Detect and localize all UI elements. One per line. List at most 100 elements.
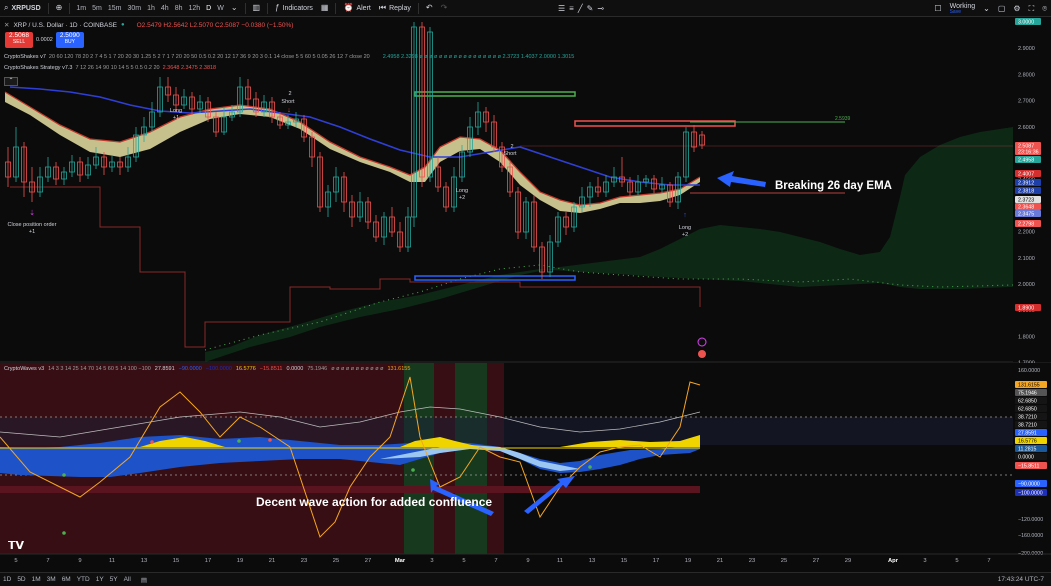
- replay-button[interactable]: ⏮ Replay: [375, 0, 415, 17]
- price-badge-label: 2.2798: [1018, 222, 1034, 228]
- time-axis-label: Mar: [395, 558, 406, 564]
- price-badge-label: 2.3912: [1018, 181, 1034, 187]
- sell-button[interactable]: 2.5068 SELL: [5, 32, 33, 48]
- range-all[interactable]: All: [121, 576, 134, 583]
- divider: [244, 2, 246, 14]
- timeframe-30m[interactable]: 30m: [124, 5, 144, 12]
- divider: [267, 2, 269, 14]
- chart-legend: ✕ XRP / U.S. Dollar · 1D · COINBASE ● O2…: [4, 21, 293, 30]
- templates-icon[interactable]: ▦: [317, 0, 333, 17]
- bar-chart-icon[interactable]: ▥: [249, 0, 265, 17]
- osc-badge-label: 131.6155: [1018, 383, 1040, 389]
- clock-label[interactable]: 17:43:24 UTC-7: [995, 576, 1047, 583]
- up-arrow-icon: ↑: [174, 98, 178, 105]
- fullscreen-icon[interactable]: ⛶: [1025, 0, 1039, 17]
- indicator-legend-2[interactable]: CryptoShakes Strategy v7.3 7 12 26 14 90…: [4, 65, 216, 71]
- osc-value: −100.0000: [205, 366, 232, 372]
- horizontal-line-icon[interactable]: ⊸: [597, 4, 604, 13]
- timeframe-12h[interactable]: 12h: [185, 5, 203, 12]
- timeframe-d[interactable]: D: [203, 5, 214, 12]
- timeframe-15m[interactable]: 15m: [105, 5, 125, 12]
- alert-button[interactable]: ⏰ Alert: [339, 0, 374, 17]
- timeframe-w[interactable]: W: [214, 5, 227, 12]
- camera-icon[interactable]: ⌾: [1038, 0, 1051, 17]
- osc-badge-label: 62.6850: [1018, 407, 1037, 413]
- signal-count: 2: [288, 91, 291, 97]
- up-arrow-icon: ↑: [460, 170, 464, 177]
- range-5y[interactable]: 5Y: [107, 576, 121, 583]
- signal-dot: [237, 439, 241, 443]
- trendline-icon[interactable]: ╱: [578, 4, 583, 13]
- price-badge-label: 1.8900: [1018, 306, 1034, 312]
- range-5d[interactable]: 5D: [14, 576, 28, 583]
- time-axis-label: 17: [205, 558, 211, 564]
- spread-value: 0.0002: [36, 37, 53, 43]
- time-axis-label: 9: [78, 558, 81, 564]
- undo-icon[interactable]: ↶: [422, 0, 437, 17]
- osc-badge-label: 75.1946: [1018, 391, 1037, 397]
- close-position-count: +1: [29, 229, 35, 235]
- oscillator-green-zone-2: [455, 363, 487, 554]
- timeframe-5m[interactable]: 5m: [89, 5, 105, 12]
- add-symbol-icon[interactable]: ⊕: [52, 0, 67, 17]
- list-icon[interactable]: ☰: [558, 4, 565, 13]
- timeframe-4h[interactable]: 4h: [158, 5, 172, 12]
- layout-icon[interactable]: ▢: [994, 0, 1010, 17]
- time-axis-label: 29: [845, 558, 851, 564]
- price-badge-label: 2.4958: [1018, 158, 1034, 164]
- checkbox-icon[interactable]: ☐: [930, 0, 945, 17]
- time-axis-label: 7: [494, 558, 497, 564]
- flag-icon[interactable]: [698, 350, 706, 358]
- chart-title[interactable]: XRP / U.S. Dollar · 1D · COINBASE: [13, 22, 117, 29]
- align-icon[interactable]: ≡: [569, 4, 574, 13]
- price-badge-label: 2.3723: [1018, 198, 1034, 204]
- workspace-button[interactable]: Working Save: [946, 3, 980, 15]
- time-axis-label: 27: [813, 558, 819, 564]
- osc-badge-label: 27.8591: [1018, 431, 1037, 437]
- osc-value: −90.0000: [178, 366, 202, 372]
- signal-dot-red: [268, 438, 272, 442]
- osc-value: ø ø ø ø ø ø ø ø ø ø ø: [331, 366, 384, 372]
- range-3m[interactable]: 3M: [44, 576, 59, 583]
- price-chart[interactable]: 2.5939 2 Short ↓ 2 Short ↓ ↑ Long +1 ↑ L…: [0, 17, 1051, 572]
- calendar-icon[interactable]: ▤: [138, 576, 150, 584]
- collapse-icon[interactable]: ✕: [4, 21, 9, 29]
- long-count: +2: [459, 195, 465, 201]
- settings-icon[interactable]: ⚙: [1009, 0, 1024, 17]
- time-axis-label: 25: [781, 558, 787, 564]
- divider: [335, 2, 337, 14]
- symbol-search[interactable]: ⌕ XRPUSD: [0, 0, 45, 17]
- brush-icon[interactable]: ✎: [587, 4, 594, 13]
- time-axis-label: 17: [653, 558, 659, 564]
- time-axis-label: 19: [685, 558, 691, 564]
- osc-badge-label: 38.7210: [1018, 415, 1037, 421]
- tradingview-logo: 𝗧𝗩: [8, 540, 25, 552]
- buy-button[interactable]: 2.5090 BUY: [55, 32, 84, 48]
- range-1y[interactable]: 1Y: [93, 576, 107, 583]
- time-axis-label: 11: [109, 558, 115, 564]
- indicator-values: 2.4958 2.3298 ø ø ø ø ø ø ø ø ø ø ø ø ø …: [382, 54, 575, 60]
- osc-badge-label: 0.0000: [1018, 455, 1034, 461]
- redo-icon[interactable]: ↷: [437, 0, 452, 17]
- range-6m[interactable]: 6M: [59, 576, 74, 583]
- up-arrow-icon: ↑: [683, 212, 687, 219]
- indicators-button[interactable]: ƒ Indicators: [271, 0, 317, 17]
- collapse-legend-button[interactable]: ⌃: [4, 77, 18, 86]
- chevron-down-icon[interactable]: ⌄: [979, 0, 994, 17]
- timeframe-8h[interactable]: 8h: [172, 5, 186, 12]
- range-1d[interactable]: 1D: [0, 576, 14, 583]
- price-tick-label: 2.7000: [1018, 99, 1035, 105]
- timeframe-1m[interactable]: 1m: [73, 5, 89, 12]
- indicator-params: 7 12 26 14 90 10 14 5 5 0.5 0.2 20: [75, 65, 160, 71]
- indicator-legend-1[interactable]: CryptoShakes v7 20 60 120 78 20 2 7 4 5 …: [4, 54, 574, 60]
- osc-tick-label: −160.0000: [1018, 533, 1043, 539]
- down-arrow-icon: ↓: [508, 159, 512, 166]
- osc-value: −15.8511: [259, 366, 283, 372]
- timeframe-1h[interactable]: 1h: [144, 5, 158, 12]
- osc-value: 131.6155: [387, 366, 411, 372]
- price-badge-label: 3.0000: [1018, 20, 1034, 26]
- range-1m[interactable]: 1M: [29, 576, 44, 583]
- chevron-down-icon[interactable]: ⌄: [227, 0, 242, 17]
- range-ytd[interactable]: YTD: [74, 576, 93, 583]
- oscillator-legend[interactable]: CryptoWaves v3 14 3 3 14 25 14 70 14 5 6…: [4, 366, 410, 372]
